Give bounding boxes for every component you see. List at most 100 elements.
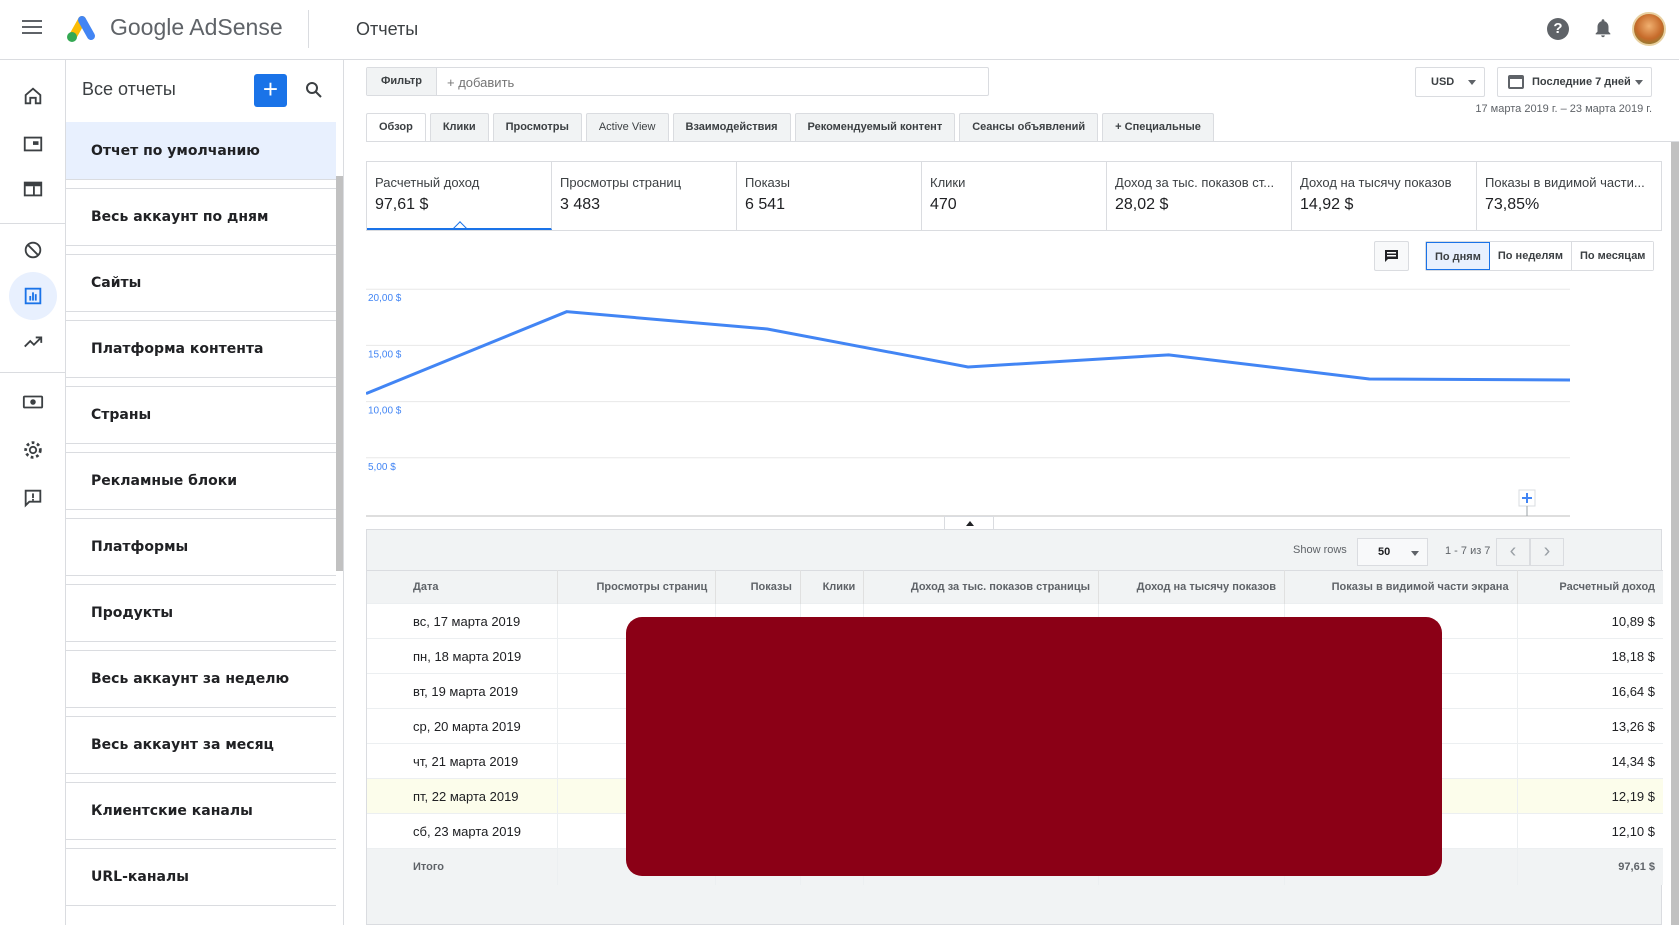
payments-icon[interactable] (9, 378, 57, 426)
y-tick-label: 5,00 $ (368, 462, 396, 473)
add-report-button[interactable]: + (254, 74, 287, 107)
column-header[interactable]: Клики (800, 570, 865, 604)
revenue-cell: 16,64 $ (1517, 673, 1663, 709)
feedback-icon[interactable] (9, 474, 57, 522)
collapse-chart-toggle[interactable] (944, 516, 994, 530)
rows-per-page-value: 50 (1378, 546, 1391, 558)
tab-1[interactable]: Клики (429, 113, 489, 141)
date-cell: пт, 22 марта 2019 (367, 778, 558, 814)
show-rows-label: Show rows (1293, 544, 1347, 556)
period-button[interactable]: По месяцам (1571, 242, 1654, 270)
panel-scrollbar[interactable] (336, 176, 343, 571)
report-list-item[interactable]: URL-каналы (66, 848, 336, 906)
currency-value: USD (1431, 76, 1455, 88)
report-list-item[interactable]: Весь аккаунт за неделю (66, 650, 336, 708)
tab-7[interactable]: + Специальные (1102, 113, 1214, 141)
date-cell: вс, 17 марта 2019 (367, 603, 558, 639)
metric-label: Доход на тысячу показов (1300, 175, 1452, 190)
currency-select[interactable]: USD (1415, 67, 1485, 97)
prev-page-button[interactable]: ‹ (1496, 538, 1530, 566)
tab-2[interactable]: Просмотры (492, 113, 582, 141)
next-page-button[interactable]: › (1530, 538, 1564, 566)
tab-5[interactable]: Рекомендуемый контент (794, 113, 956, 141)
annotations-button[interactable] (1374, 241, 1409, 271)
metric-card[interactable]: Доход на тысячу показов 14,92 $ (1292, 162, 1477, 230)
report-tabs: Обзор Клики Просмотры Active View Взаимодейс… (366, 113, 1218, 142)
column-header[interactable]: Доход на тысячу показов (1098, 570, 1286, 604)
report-list-item[interactable]: Весь аккаунт за месяц (66, 716, 336, 774)
column-header[interactable]: Показы (715, 570, 801, 604)
rail-divider (0, 372, 66, 373)
metric-card[interactable]: Показы в видимой части... 73,85% (1477, 162, 1661, 230)
y-tick-label: 15,00 $ (368, 349, 402, 360)
help-icon[interactable]: ? (1547, 18, 1569, 40)
revenue-cell: 10,89 $ (1517, 603, 1663, 639)
pagination-info: 1 - 7 из 7 (1445, 545, 1491, 557)
date-range-select[interactable]: Последние 7 дней (1497, 67, 1652, 97)
period-button[interactable]: По неделям (1489, 242, 1572, 270)
tab-4[interactable]: Взаимодействия (672, 113, 791, 141)
report-list-item[interactable]: Платформы (66, 518, 336, 576)
menu-icon[interactable] (22, 20, 42, 36)
column-header[interactable]: Просмотры страниц (557, 570, 717, 604)
panel-title: Все отчеты (82, 79, 176, 99)
total-label: Итого (367, 848, 558, 885)
main-scrollbar[interactable] (1671, 142, 1679, 925)
column-header[interactable]: Дата (367, 570, 558, 604)
revenue-cell: 13,26 $ (1517, 708, 1663, 744)
metric-label: Доход за тыс. показов ст... (1115, 175, 1275, 190)
tab-3[interactable]: Active View (585, 113, 669, 141)
report-list-item[interactable]: Платформа контента (66, 320, 336, 378)
filter-input[interactable] (447, 75, 967, 90)
chevron-down-icon (1635, 80, 1643, 85)
column-header[interactable]: Расчетный доход (1517, 570, 1663, 604)
filter-bar: Фильтр (366, 67, 989, 96)
metric-label: Показы в видимой части... (1485, 175, 1645, 190)
metric-card[interactable]: Расчетный доход 97,61 $ (367, 162, 552, 230)
column-header[interactable]: Показы в видимой части экрана (1284, 570, 1518, 604)
optimization-icon[interactable] (9, 318, 57, 366)
metric-value: 14,92 $ (1300, 196, 1354, 213)
report-list-item[interactable]: Страны (66, 386, 336, 444)
rail-divider (0, 223, 66, 224)
y-tick-label: 20,00 $ (368, 293, 402, 304)
report-list: Отчет по умолчанию Весь аккаунт по дням Са… (66, 122, 336, 914)
navigation-rail (0, 60, 66, 925)
tab-0[interactable]: Обзор (366, 113, 426, 142)
total-revenue: 97,61 $ (1517, 848, 1663, 885)
header-divider (308, 10, 309, 48)
column-header[interactable]: Доход за тыс. показов страницы (863, 570, 1099, 604)
report-list-item[interactable]: Отчет по умолчанию (66, 122, 336, 180)
metric-value: 6 541 (745, 196, 786, 213)
settings-icon[interactable] (9, 426, 57, 474)
content-icon[interactable] (9, 120, 57, 168)
blocking-icon[interactable] (9, 226, 57, 274)
date-cell: сб, 23 марта 2019 (367, 813, 558, 849)
filter-button[interactable]: Фильтр (367, 68, 437, 95)
app-name: Google AdSense (110, 14, 283, 40)
metric-card[interactable]: Показы 6 541 (737, 162, 922, 230)
period-button[interactable]: По дням (1426, 242, 1490, 270)
adsense-logo-icon (67, 16, 95, 42)
metric-value: 3 483 (560, 196, 601, 213)
revenue-cell: 12,19 $ (1517, 778, 1663, 814)
metric-card[interactable]: Клики 470 (922, 162, 1107, 230)
report-list-item[interactable]: Клиентские каналы (66, 782, 336, 840)
tab-6[interactable]: Сеансы объявлений (959, 113, 1099, 141)
metric-card[interactable]: Просмотры страниц 3 483 (552, 162, 737, 230)
rows-per-page-select[interactable]: 50 (1357, 538, 1428, 566)
metric-card[interactable]: Доход за тыс. показов ст... 28,02 $ (1107, 162, 1292, 230)
home-icon[interactable] (9, 72, 57, 120)
ads-icon[interactable] (9, 165, 57, 213)
reports-icon[interactable] (9, 272, 57, 320)
revenue-cell: 18,18 $ (1517, 638, 1663, 674)
report-list-item[interactable]: Весь аккаунт по дням (66, 188, 336, 246)
search-icon[interactable] (302, 78, 326, 102)
avatar[interactable] (1632, 12, 1666, 46)
top-app-bar: Google AdSense Отчеты ? (0, 0, 1679, 60)
report-list-item[interactable]: Рекламные блоки (66, 452, 336, 510)
report-list-item[interactable]: Продукты (66, 584, 336, 642)
notifications-icon[interactable] (1592, 16, 1614, 40)
revenue-cell: 14,34 $ (1517, 743, 1663, 779)
report-list-item[interactable]: Сайты (66, 254, 336, 312)
